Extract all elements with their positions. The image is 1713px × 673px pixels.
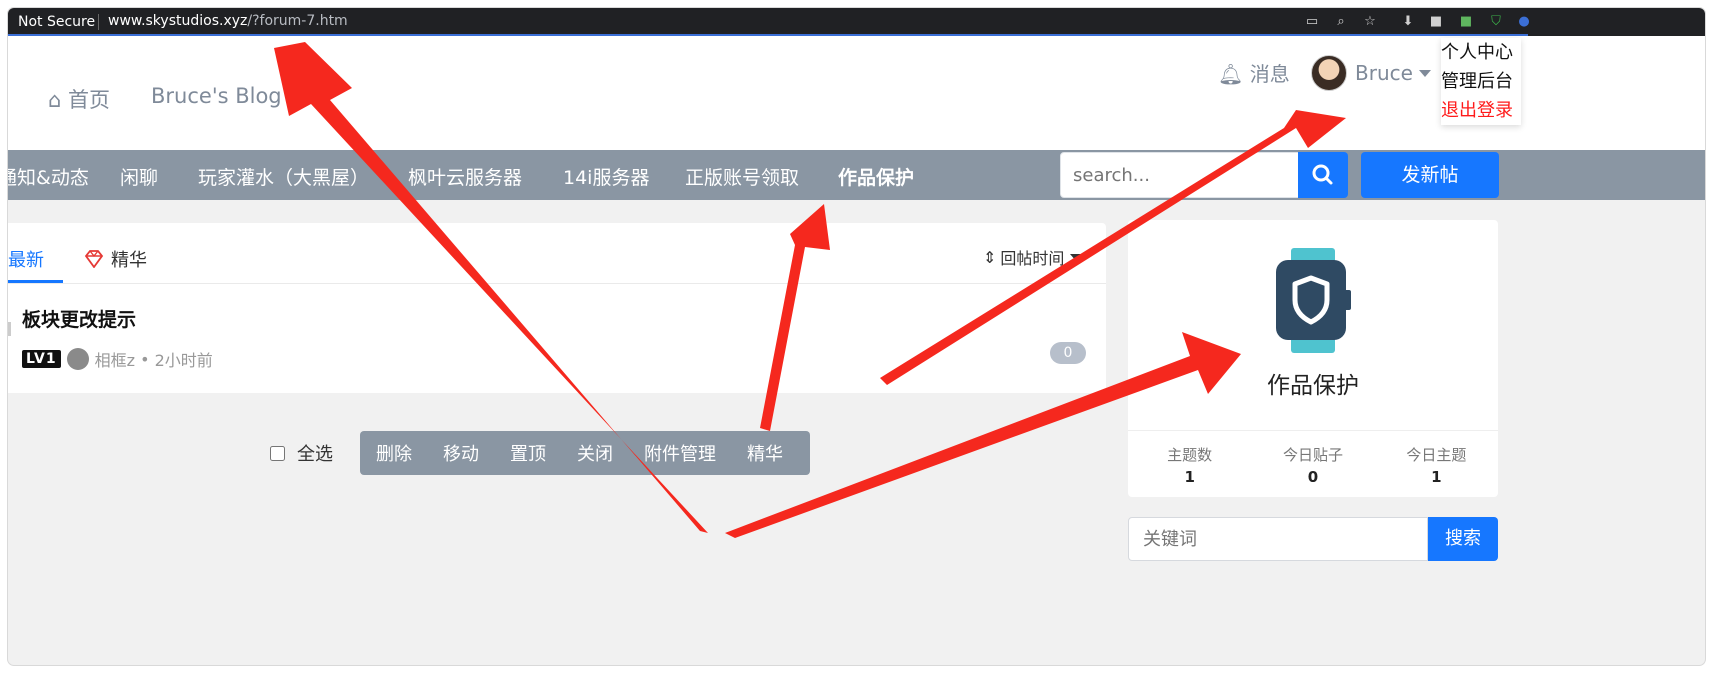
site-header: ⌂ 首页 Bruce's Blog 🔔︎ 消息 Bruce 个人中心 管理后台 …	[8, 36, 1705, 154]
nav-item-14i-server[interactable]: 14i服务器	[563, 163, 649, 190]
thread-title[interactable]: 板块更改提示	[22, 305, 136, 332]
messages-link[interactable]: 🔔︎ 消息	[1218, 58, 1290, 87]
nav-item-works-protection[interactable]: 作品保护	[838, 163, 914, 190]
cast-icon[interactable]: ▭	[1304, 14, 1320, 30]
search-icon	[1312, 164, 1333, 185]
stat-threads: 主题数 1	[1128, 431, 1251, 498]
nav-item-account[interactable]: 正版账号领取	[685, 163, 799, 190]
forum-stats: 主题数 1 今日贴子 0 今日主题 1	[1128, 430, 1498, 498]
forum-name: 作品保护	[1267, 373, 1359, 399]
url-host: www.skystudios.xyz	[108, 13, 248, 29]
browser-toolbar: Not Secure www.skystudios.xyz/?forum-7.h…	[8, 8, 1705, 36]
row-marker	[8, 322, 11, 336]
shield-extension-icon[interactable]: ⛉	[1488, 14, 1504, 30]
forum-nav-bar: 通知&动态 闲聊 玩家灌水（大黑屋） 枫叶云服务器 14i服务器 正版账号领取 …	[8, 150, 1705, 200]
messages-label: 消息	[1249, 62, 1290, 86]
thread-list-card: 最新 精华 ⇕ 回帖时间 板块更改提示 LV1 相框z • 2小时前 0	[8, 223, 1106, 393]
divider	[98, 14, 99, 30]
nav-item-chat[interactable]: 闲聊	[120, 163, 158, 190]
attachment-manage-button[interactable]: 附件管理	[644, 440, 716, 466]
watch-shield-icon	[1276, 248, 1351, 353]
sort-label: 回帖时间	[1000, 249, 1065, 268]
batch-action-bar: 删除 移动 置顶 关闭 附件管理 精华	[360, 431, 810, 475]
select-all[interactable]: 全选	[270, 440, 333, 466]
stat-value: 1	[1431, 468, 1442, 486]
menu-item-profile[interactable]: 个人中心	[1441, 38, 1521, 67]
chevron-down-icon	[1070, 253, 1083, 261]
new-post-button[interactable]: 发新帖	[1361, 152, 1499, 198]
extension-icon[interactable]: ■	[1428, 14, 1444, 30]
reply-count-badge: 0	[1050, 342, 1086, 364]
keyword-box	[1128, 517, 1428, 561]
sort-icon: ⇕	[983, 247, 997, 267]
stat-label: 今日主题	[1406, 446, 1467, 464]
bell-icon: 🔔︎	[1218, 62, 1244, 86]
stat-value: 1	[1184, 468, 1195, 486]
select-all-label: 全选	[297, 444, 333, 465]
sort-dropdown[interactable]: ⇕ 回帖时间	[983, 245, 1083, 269]
stat-label: 今日贴子	[1282, 446, 1343, 464]
avatar	[1311, 55, 1347, 91]
download-icon[interactable]: ⬇	[1400, 14, 1416, 30]
select-all-checkbox[interactable]	[270, 445, 285, 461]
extension-on-icon[interactable]: ■	[1458, 14, 1474, 30]
meta-dot: •	[134, 349, 155, 369]
user-menu-toggle[interactable]: Bruce	[1311, 55, 1431, 91]
level-badge: LV1	[22, 350, 61, 368]
search-button[interactable]	[1298, 152, 1348, 198]
active-tab-indicator	[8, 280, 63, 283]
author-avatar[interactable]	[66, 348, 89, 370]
delete-button[interactable]: 删除	[376, 440, 412, 466]
tab-digest[interactable]: 精华	[83, 246, 147, 272]
stat-today-posts: 今日贴子 0	[1251, 431, 1374, 498]
browser-window: Not Secure www.skystudios.xyz/?forum-7.h…	[8, 8, 1705, 665]
thread-tabs: 最新 精华 ⇕ 回帖时间	[8, 223, 1106, 284]
globe-extension-icon[interactable]: ●	[1516, 14, 1532, 30]
stat-today-threads: 今日主题 1	[1375, 431, 1498, 498]
keyword-search-button[interactable]: 搜索	[1428, 517, 1498, 561]
tab-digest-label: 精华	[111, 250, 147, 271]
thread-meta: LV1 相框z • 2小时前	[22, 347, 213, 371]
search-input[interactable]	[1061, 153, 1299, 197]
thread-time: 2小时前	[154, 351, 213, 370]
tab-latest[interactable]: 最新	[8, 246, 44, 272]
home-label: 首页	[68, 88, 111, 112]
url-path: /?forum-7.htm	[247, 13, 348, 29]
nav-item-notice[interactable]: 通知&动态	[8, 163, 89, 190]
digest-button[interactable]: 精华	[747, 440, 783, 466]
thread-author[interactable]: 相框z	[95, 347, 135, 371]
home-link[interactable]: ⌂ 首页	[48, 84, 110, 114]
username: Bruce	[1355, 61, 1413, 85]
address-bar[interactable]: www.skystudios.xyz/?forum-7.htm	[108, 13, 348, 29]
chevron-down-icon	[1418, 69, 1431, 77]
nav-item-water[interactable]: 玩家灌水（大黑屋）	[198, 163, 369, 190]
menu-item-logout[interactable]: 退出登录	[1441, 96, 1521, 125]
stat-label: 主题数	[1167, 446, 1213, 464]
menu-item-admin[interactable]: 管理后台	[1441, 67, 1521, 96]
blog-link[interactable]: Bruce's Blog	[151, 84, 282, 108]
move-button[interactable]: 移动	[443, 440, 479, 466]
stat-value: 0	[1307, 468, 1319, 486]
forum-info-card: 作品保护 主题数 1 今日贴子 0 今日主题 1	[1128, 220, 1498, 497]
close-button[interactable]: 关闭	[577, 440, 613, 466]
security-indicator[interactable]: Not Secure	[18, 14, 95, 30]
nav-item-maple-server[interactable]: 枫叶云服务器	[408, 163, 522, 190]
keyword-input[interactable]	[1129, 518, 1427, 560]
diamond-icon	[84, 250, 104, 268]
home-icon: ⌂	[48, 88, 62, 112]
pin-button[interactable]: 置顶	[510, 440, 546, 466]
search-box	[1060, 152, 1300, 198]
star-icon[interactable]: ☆	[1362, 14, 1378, 30]
user-dropdown-menu: 个人中心 管理后台 退出登录	[1441, 38, 1521, 125]
zoom-icon[interactable]: ⌕	[1333, 14, 1349, 30]
